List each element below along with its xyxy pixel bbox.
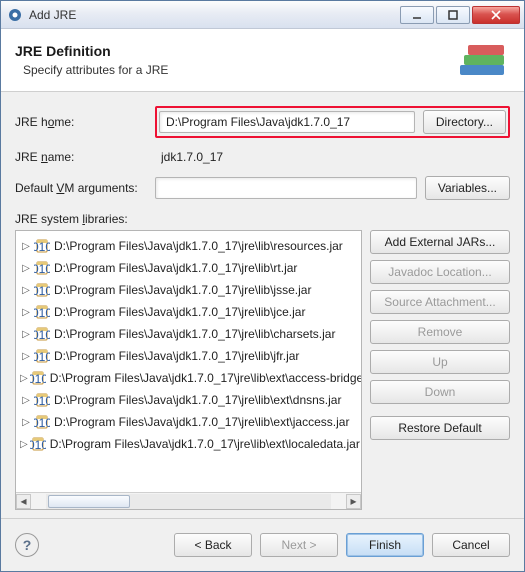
maximize-button[interactable]: [436, 6, 470, 24]
directory-button[interactable]: Directory...: [423, 110, 506, 134]
banner-heading: JRE Definition: [15, 43, 454, 59]
add-external-jars-button[interactable]: Add External JARs...: [370, 230, 510, 254]
svg-text:010: 010: [34, 350, 50, 364]
library-path: D:\Program Files\Java\jdk1.7.0_17\jre\li…: [54, 393, 341, 407]
javadoc-location-button[interactable]: Javadoc Location...: [370, 260, 510, 284]
dialog-window: Add JRE JRE Definition Specify attribute…: [0, 0, 525, 572]
library-item[interactable]: ▷010 D:\Program Files\Java\jdk1.7.0_17\jr…: [18, 411, 359, 433]
help-icon[interactable]: ?: [15, 533, 39, 557]
library-path: D:\Program Files\Java\jdk1.7.0_17\jre\li…: [54, 349, 299, 363]
down-button[interactable]: Down: [370, 380, 510, 404]
up-button[interactable]: Up: [370, 350, 510, 374]
minimize-button[interactable]: [400, 6, 434, 24]
variables-button[interactable]: Variables...: [425, 176, 510, 200]
restore-default-button[interactable]: Restore Default: [370, 416, 510, 440]
jre-home-input[interactable]: [159, 111, 415, 133]
library-path: D:\Program Files\Java\jdk1.7.0_17\jre\li…: [54, 261, 297, 275]
jre-name-label: JRE name:: [15, 150, 155, 164]
expand-icon[interactable]: ▷: [20, 329, 32, 340]
jar-icon: 010: [34, 282, 50, 298]
svg-text:010: 010: [34, 306, 50, 320]
library-item[interactable]: ▷010 D:\Program Files\Java\jdk1.7.0_17\jr…: [18, 323, 359, 345]
library-item[interactable]: ▷010 D:\Program Files\Java\jdk1.7.0_17\jr…: [18, 235, 359, 257]
library-item[interactable]: ▷010 D:\Program Files\Java\jdk1.7.0_17\jr…: [18, 279, 359, 301]
library-path: D:\Program Files\Java\jdk1.7.0_17\jre\li…: [50, 371, 361, 385]
jar-icon: 010: [34, 348, 50, 364]
svg-text:010: 010: [34, 240, 50, 254]
wizard-footer: ? < Back Next > Finish Cancel: [1, 518, 524, 571]
svg-text:010: 010: [34, 262, 50, 276]
jar-icon: 010: [30, 436, 46, 452]
expand-icon[interactable]: ▷: [20, 417, 32, 428]
jar-icon: 010: [34, 414, 50, 430]
remove-button[interactable]: Remove: [370, 320, 510, 344]
library-path: D:\Program Files\Java\jdk1.7.0_17\jre\li…: [54, 327, 335, 341]
jar-icon: 010: [34, 260, 50, 276]
vm-args-label: Default VM arguments:: [15, 181, 155, 195]
library-path: D:\Program Files\Java\jdk1.7.0_17\jre\li…: [50, 437, 360, 451]
svg-text:010: 010: [30, 438, 46, 452]
jar-icon: 010: [34, 326, 50, 342]
expand-icon[interactable]: ▷: [20, 439, 28, 450]
back-button[interactable]: < Back: [174, 533, 252, 557]
jar-icon: 010: [34, 304, 50, 320]
svg-text:010: 010: [34, 394, 50, 408]
jar-icon: 010: [30, 370, 46, 386]
banner-subtext: Specify attributes for a JRE: [23, 63, 454, 77]
svg-text:010: 010: [34, 284, 50, 298]
library-item[interactable]: ▷010 D:\Program Files\Java\jdk1.7.0_17\jr…: [18, 367, 359, 389]
library-item[interactable]: ▷010 D:\Program Files\Java\jdk1.7.0_17\jr…: [18, 257, 359, 279]
vm-args-input[interactable]: [155, 177, 417, 199]
library-item[interactable]: ▷010 D:\Program Files\Java\jdk1.7.0_17\jr…: [18, 345, 359, 367]
system-libraries-label: JRE system libraries:: [15, 212, 510, 226]
finish-button[interactable]: Finish: [346, 533, 424, 557]
next-button[interactable]: Next >: [260, 533, 338, 557]
banner: JRE Definition Specify attributes for a …: [1, 29, 524, 92]
expand-icon[interactable]: ▷: [20, 373, 28, 384]
svg-text:010: 010: [30, 372, 46, 386]
jre-name-input[interactable]: [155, 146, 510, 168]
scroll-right-icon[interactable]: ▸: [346, 494, 361, 509]
library-path: D:\Program Files\Java\jdk1.7.0_17\jre\li…: [54, 283, 311, 297]
jar-icon: 010: [34, 238, 50, 254]
scroll-left-icon[interactable]: ◂: [16, 494, 31, 509]
svg-text:010: 010: [34, 416, 50, 430]
cancel-button[interactable]: Cancel: [432, 533, 510, 557]
source-attachment-button[interactable]: Source Attachment...: [370, 290, 510, 314]
library-item[interactable]: ▷010 D:\Program Files\Java\jdk1.7.0_17\jr…: [18, 433, 359, 455]
window-title: Add JRE: [29, 8, 398, 22]
library-item[interactable]: ▷010 D:\Program Files\Java\jdk1.7.0_17\jr…: [18, 301, 359, 323]
titlebar[interactable]: Add JRE: [1, 1, 524, 29]
scroll-thumb[interactable]: [48, 495, 130, 508]
libraries-tree[interactable]: ▷010D:\Program Files\Java\jdk1.7.0_17\jr…: [15, 230, 362, 510]
books-icon: [454, 39, 510, 81]
library-path: D:\Program Files\Java\jdk1.7.0_17\jre\li…: [54, 415, 349, 429]
library-item[interactable]: ▷010 D:\Program Files\Java\jdk1.7.0_17\jr…: [18, 389, 359, 411]
expand-icon[interactable]: ▷: [20, 351, 32, 362]
library-path: D:\Program Files\Java\jdk1.7.0_17\jre\li…: [54, 239, 343, 253]
jre-home-label: JRE home:: [15, 115, 155, 129]
library-path: D:\Program Files\Java\jdk1.7.0_17\jre\li…: [54, 305, 305, 319]
close-button[interactable]: [472, 6, 520, 24]
horizontal-scrollbar[interactable]: ◂ ▸: [16, 492, 361, 509]
jar-icon: 010: [34, 392, 50, 408]
expand-icon[interactable]: ▷: [20, 307, 32, 318]
svg-text:010: 010: [34, 328, 50, 342]
jre-home-highlight: Directory...: [155, 106, 510, 138]
expand-icon[interactable]: ▷: [20, 395, 32, 406]
expand-icon[interactable]: ▷: [20, 241, 32, 252]
app-icon: [7, 7, 23, 23]
expand-icon[interactable]: ▷: [20, 263, 32, 274]
expand-icon[interactable]: ▷: [20, 285, 32, 296]
